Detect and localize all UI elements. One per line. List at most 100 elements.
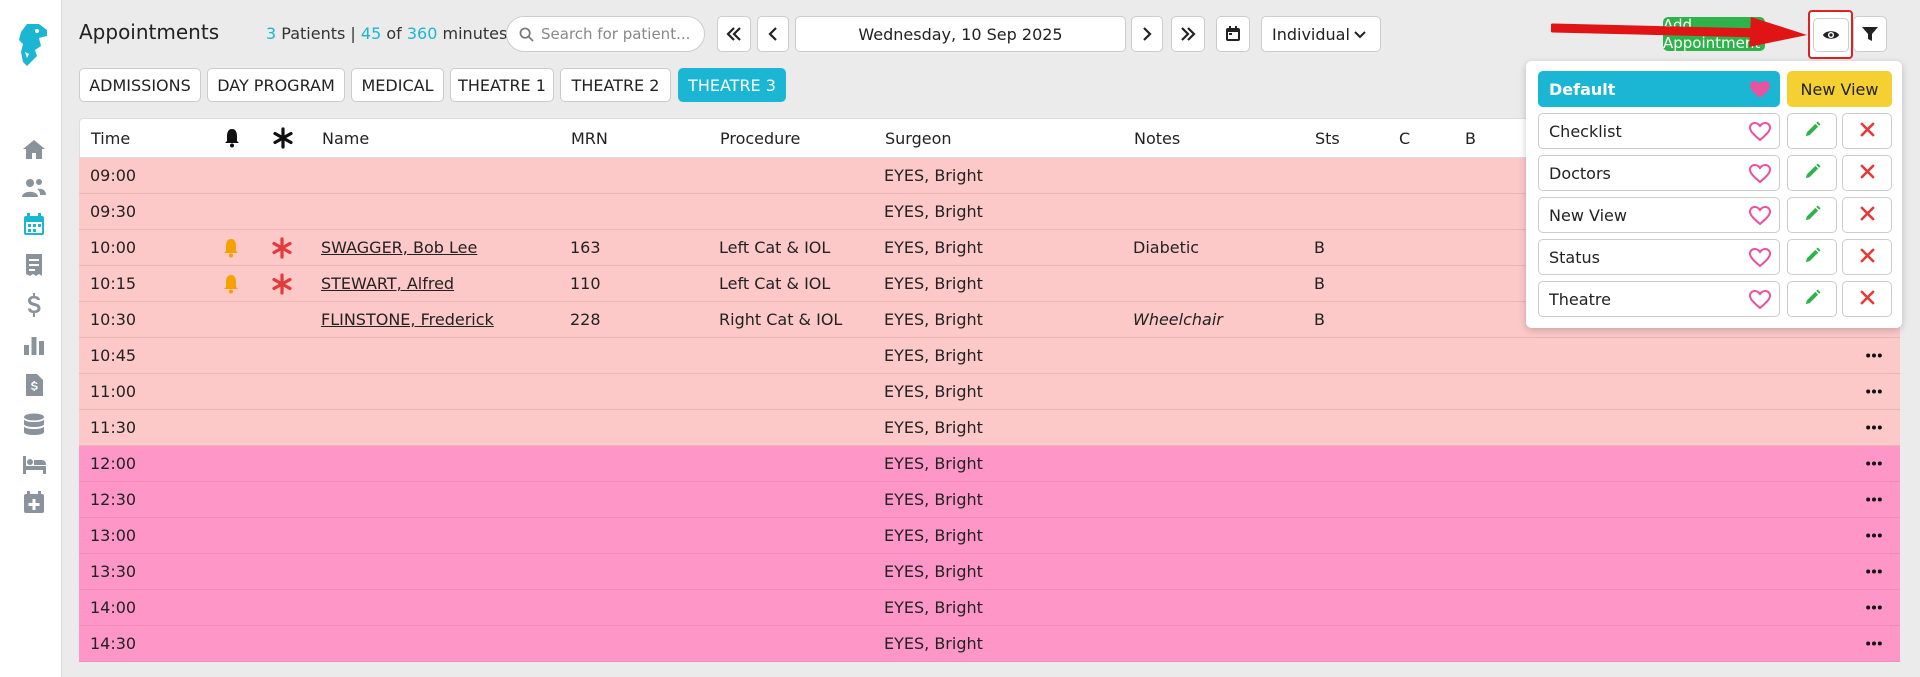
- close-icon: [1860, 248, 1875, 267]
- sidebar-item-dollar[interactable]: [20, 291, 48, 319]
- more-options-icon[interactable]: [1861, 338, 1887, 373]
- table-row[interactable]: 11:30 EYES, Bright: [79, 410, 1900, 446]
- table-row[interactable]: 12:00 EYES, Bright: [79, 446, 1900, 482]
- table-row[interactable]: 10:45 EYES, Bright: [79, 338, 1900, 374]
- more-options-icon[interactable]: [1861, 482, 1887, 517]
- view-item-checklist[interactable]: Checklist: [1538, 113, 1780, 149]
- sidebar-item-calendar-plus[interactable]: [20, 489, 48, 517]
- row-time: 09:00: [90, 166, 137, 185]
- more-options-icon[interactable]: [1861, 446, 1887, 481]
- table-row[interactable]: 14:00 EYES, Bright: [79, 590, 1900, 626]
- table-row[interactable]: 11:00 EYES, Bright: [79, 374, 1900, 410]
- row-surgeon: EYES, Bright: [884, 274, 983, 293]
- col-name[interactable]: Name: [322, 119, 369, 157]
- col-b[interactable]: B: [1465, 119, 1476, 157]
- search-placeholder: Search for patient...: [541, 25, 691, 43]
- col-surgeon[interactable]: Surgeon: [885, 119, 952, 157]
- more-options-icon[interactable]: [1861, 374, 1887, 409]
- row-time: 11:30: [90, 418, 137, 437]
- edit-view-button[interactable]: [1787, 113, 1837, 149]
- more-options-icon[interactable]: [1861, 590, 1887, 625]
- edit-view-button[interactable]: [1787, 155, 1837, 191]
- sidebar-item-bar-chart[interactable]: [20, 331, 48, 359]
- sidebar-item-invoice[interactable]: [20, 371, 48, 399]
- next-day-button[interactable]: [1131, 16, 1163, 52]
- tab-day-program[interactable]: DAY PROGRAM: [207, 68, 345, 102]
- col-time[interactable]: Time: [91, 119, 130, 157]
- col-c[interactable]: C: [1399, 119, 1410, 157]
- col-procedure[interactable]: Procedure: [720, 119, 800, 157]
- sidebar-item-receipt[interactable]: [20, 251, 48, 279]
- patient-link[interactable]: SWAGGER, Bob Lee: [321, 238, 477, 257]
- more-options-icon[interactable]: [1861, 518, 1887, 553]
- patient-link[interactable]: FLINSTONE, Frederick: [321, 310, 494, 329]
- tab-theatre-2[interactable]: THEATRE 2: [560, 68, 671, 102]
- col-status[interactable]: Sts: [1315, 119, 1340, 157]
- view-item-new-view[interactable]: New View: [1538, 197, 1780, 233]
- asterisk-flag-icon[interactable]: [271, 230, 293, 265]
- tab-admissions[interactable]: ADMISSIONS: [79, 68, 201, 102]
- first-page-button[interactable]: [717, 16, 751, 52]
- pencil-icon: [1804, 246, 1821, 268]
- sidebar-item-bed[interactable]: [20, 450, 48, 478]
- new-view-button[interactable]: New View: [1787, 71, 1892, 107]
- search-input[interactable]: Search for patient...: [506, 16, 705, 52]
- row-name[interactable]: SWAGGER, Bob Lee: [321, 230, 477, 265]
- delete-view-button[interactable]: [1842, 155, 1892, 191]
- col-notes[interactable]: Notes: [1134, 119, 1180, 157]
- search-icon: [519, 27, 534, 42]
- row-time: 10:45: [90, 346, 137, 365]
- filter-icon: [1862, 27, 1878, 41]
- last-page-button[interactable]: [1171, 16, 1205, 52]
- views-toggle-button[interactable]: [1808, 10, 1853, 59]
- table-row[interactable]: 13:30 EYES, Bright: [79, 554, 1900, 590]
- patient-link[interactable]: STEWART, Alfred: [321, 274, 454, 293]
- row-name[interactable]: FLINSTONE, Frederick: [321, 302, 494, 337]
- calendar-picker-button[interactable]: [1216, 16, 1250, 52]
- view-item-doctors[interactable]: Doctors: [1538, 155, 1780, 191]
- row-surgeon: EYES, Bright: [884, 238, 983, 257]
- filter-button[interactable]: [1853, 16, 1887, 52]
- prev-day-button[interactable]: [757, 16, 789, 52]
- row-surgeon: EYES, Bright: [884, 598, 983, 617]
- row-name[interactable]: STEWART, Alfred: [321, 266, 454, 301]
- view-item-default[interactable]: Default: [1538, 71, 1780, 107]
- more-options-icon[interactable]: [1861, 410, 1887, 445]
- delete-view-button[interactable]: [1842, 281, 1892, 317]
- sidebar-item-users[interactable]: [20, 174, 48, 202]
- chevron-left-icon: [768, 27, 777, 41]
- more-options-icon[interactable]: [1861, 554, 1887, 589]
- delete-view-button[interactable]: [1842, 197, 1892, 233]
- tab-medical[interactable]: MEDICAL: [351, 68, 444, 102]
- delete-view-button[interactable]: [1842, 113, 1892, 149]
- sidebar-item-home[interactable]: [20, 136, 48, 164]
- close-icon: [1860, 122, 1875, 141]
- date-display[interactable]: Wednesday, 10 Sep 2025: [795, 16, 1126, 52]
- table-row[interactable]: 13:00 EYES, Bright: [79, 518, 1900, 554]
- sidebar-item-calendar[interactable]: [20, 211, 48, 239]
- view-item-status[interactable]: Status: [1538, 239, 1780, 275]
- table-row[interactable]: 12:30 EYES, Bright: [79, 482, 1900, 518]
- edit-view-button[interactable]: [1787, 239, 1837, 275]
- col-mrn[interactable]: MRN: [571, 119, 608, 157]
- alert-bell-icon[interactable]: [220, 266, 242, 301]
- row-surgeon: EYES, Bright: [884, 418, 983, 437]
- edit-view-button[interactable]: [1787, 197, 1837, 233]
- view-item-theatre[interactable]: Theatre: [1538, 281, 1780, 317]
- asterisk-flag-icon[interactable]: [271, 266, 293, 301]
- sidebar-item-database[interactable]: [20, 411, 48, 439]
- tab-theatre-3[interactable]: THEATRE 3: [678, 68, 786, 102]
- row-status: B: [1314, 310, 1325, 329]
- alert-bell-icon[interactable]: [220, 230, 242, 265]
- eye-icon: [1822, 30, 1839, 39]
- delete-view-button[interactable]: [1842, 239, 1892, 275]
- more-options-icon[interactable]: [1861, 626, 1887, 661]
- tab-theatre-1[interactable]: THEATRE 1: [450, 68, 554, 102]
- dog-logo-icon[interactable]: [17, 22, 49, 68]
- views-toggle-inner[interactable]: [1812, 17, 1849, 52]
- table-row[interactable]: 14:30 EYES, Bright: [79, 626, 1900, 662]
- row-time: 10:00: [90, 238, 137, 257]
- view-mode-select[interactable]: Individual: [1261, 16, 1381, 52]
- close-icon: [1860, 164, 1875, 183]
- edit-view-button[interactable]: [1787, 281, 1837, 317]
